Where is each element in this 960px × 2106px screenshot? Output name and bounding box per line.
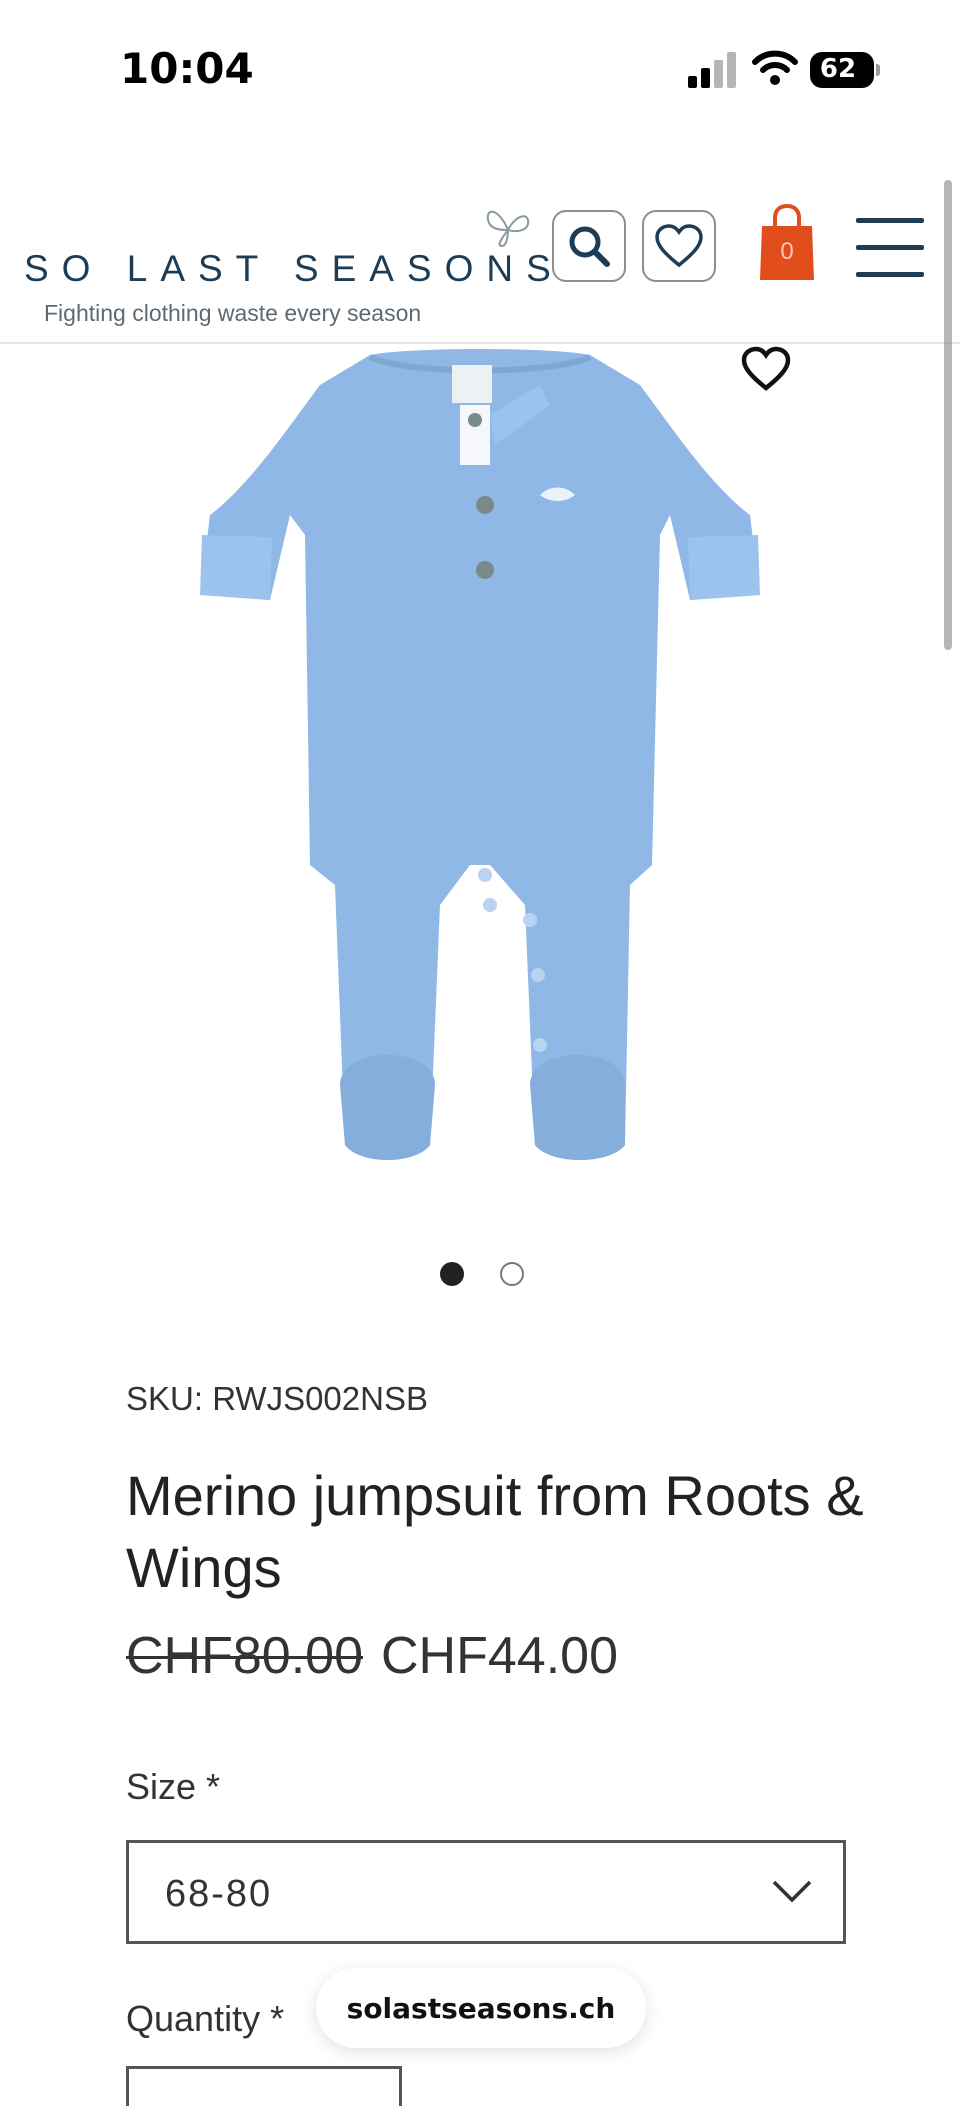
hamburger-menu-button[interactable] (856, 218, 924, 278)
menu-line (856, 245, 924, 250)
price-row: CHF80.00 CHF44.00 (126, 1626, 618, 1686)
product-title: Merino jumpsuit from Roots & Wings (126, 1464, 864, 1599)
heart-icon (655, 224, 703, 268)
size-selected-value: 68-80 (165, 1873, 273, 1915)
battery-icon: 62 (810, 52, 874, 88)
butterfly-icon (486, 210, 530, 248)
cart-count: 0 (780, 238, 794, 265)
url-text: solastseasons.ch (346, 1991, 616, 2025)
logo-name: SO LAST SEASONS (24, 248, 564, 289)
battery-cap (876, 64, 880, 76)
add-to-wishlist-icon[interactable] (740, 346, 792, 392)
signal-icon (688, 52, 736, 88)
status-bar: 10:04 62 (0, 0, 960, 140)
page-scrollbar[interactable] (944, 180, 952, 650)
size-label: Size * (126, 1766, 221, 1807)
wifi-icon (752, 50, 798, 85)
battery-level: 62 (819, 54, 857, 84)
logo-tagline: Fighting clothing waste every season (44, 300, 422, 326)
product-image[interactable] (190, 345, 770, 1165)
menu-line (856, 218, 924, 223)
quantity-label: Quantity * (126, 1998, 285, 2039)
menu-line (856, 272, 924, 277)
image-carousel-dots (440, 1262, 530, 1290)
browser-url-bar[interactable]: solastseasons.ch (316, 1968, 646, 2048)
quantity-input[interactable] (126, 2066, 402, 2106)
size-select[interactable]: 68-80 (126, 1840, 846, 1944)
search-icon (569, 226, 610, 267)
status-time: 10:04 (120, 44, 254, 93)
product-sku: SKU: RWJS002NSB (126, 1380, 428, 1417)
carousel-dot-2[interactable] (500, 1262, 524, 1286)
price-original: CHF80.00 (126, 1627, 363, 1685)
price-sale: CHF44.00 (381, 1627, 618, 1685)
site-logo[interactable]: SO LAST SEASONS Fighting clothing waste … (24, 200, 551, 326)
cart-button[interactable]: 0 (756, 203, 818, 284)
site-header: SO LAST SEASONS Fighting clothing waste … (0, 160, 960, 344)
search-button[interactable] (552, 210, 626, 282)
carousel-dot-1[interactable] (440, 1262, 464, 1286)
wishlist-button[interactable] (642, 210, 716, 282)
chevron-down-icon (772, 1880, 812, 1903)
